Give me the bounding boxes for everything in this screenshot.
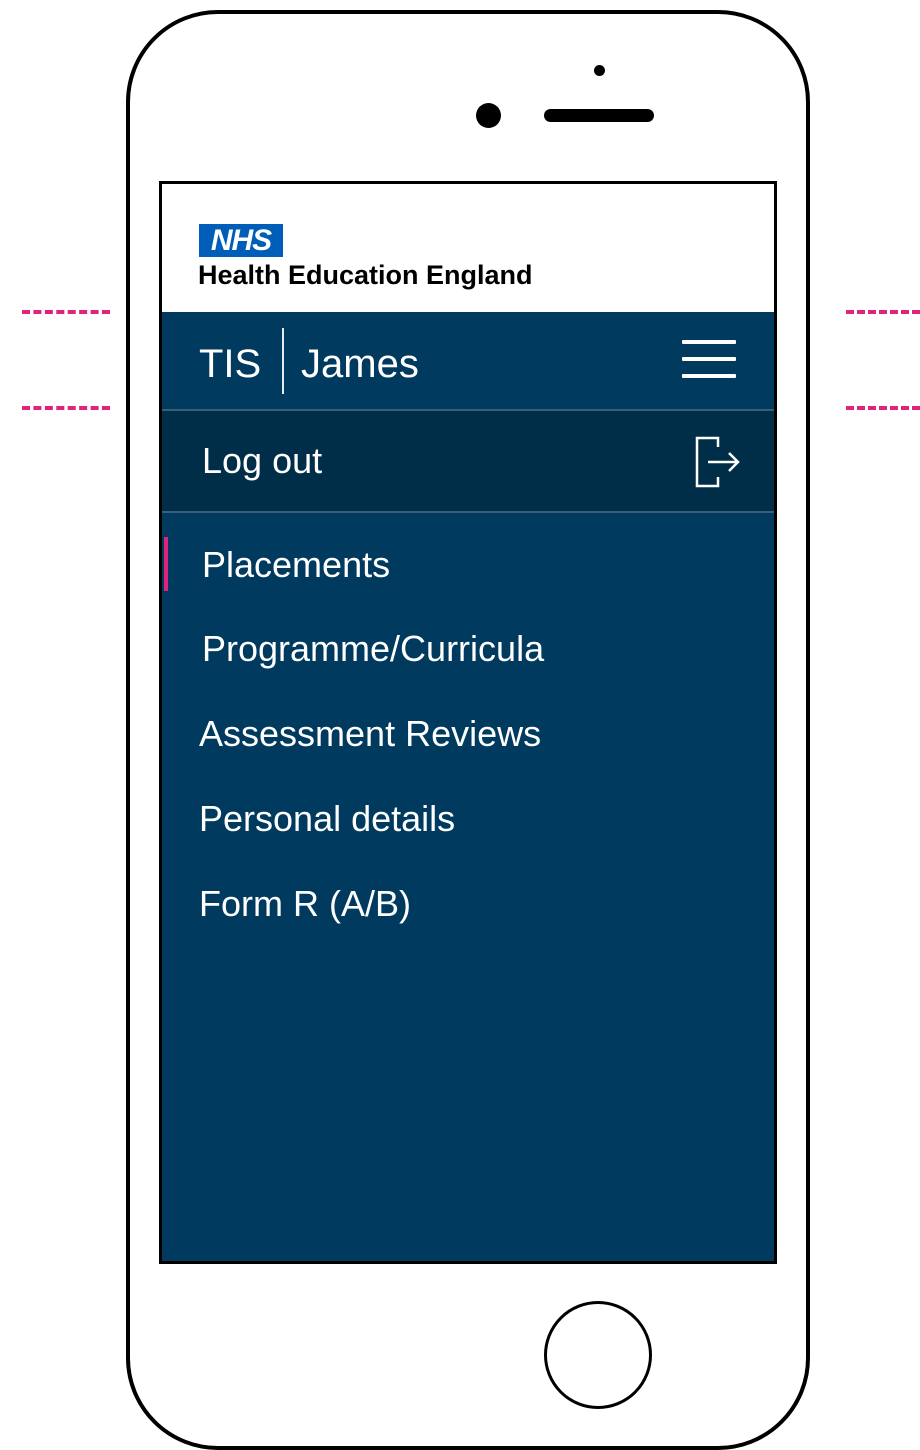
guide-line-top-left <box>22 310 110 314</box>
hamburger-menu-icon[interactable] <box>682 340 736 380</box>
menu-item-personal-details[interactable]: Personal details <box>162 789 774 849</box>
menu-item-label: Form R (A/B) <box>199 883 411 924</box>
home-button[interactable] <box>544 1301 652 1409</box>
logo-header: NHS Health Education England <box>162 184 774 312</box>
menu-item-assessment-reviews[interactable]: Assessment Reviews <box>162 704 774 764</box>
menu-item-label: Programme/Curricula <box>202 628 545 669</box>
guide-line-bottom-right <box>846 406 920 410</box>
front-camera <box>476 103 501 128</box>
earpiece-speaker <box>544 109 654 122</box>
menu-item-label: Personal details <box>199 798 456 839</box>
organisation-name: Health Education England <box>198 260 533 290</box>
guide-line-bottom-left <box>22 406 110 410</box>
user-name: James <box>301 342 419 386</box>
menu-item-label: Assessment Reviews <box>199 713 542 754</box>
menu-item-programme-curricula[interactable]: Programme/Curricula <box>162 619 774 679</box>
guide-line-top-right <box>846 310 920 314</box>
proximity-sensor <box>594 65 605 76</box>
phone-screen: NHS Health Education England TIS James L… <box>159 181 777 1264</box>
app-title[interactable]: TIS <box>199 342 261 386</box>
logout-icon <box>695 436 740 488</box>
navbar-divider <box>282 328 284 394</box>
menu-item-label: Placements <box>202 544 391 585</box>
logout-button[interactable]: Log out <box>162 411 774 513</box>
menu-item-placements[interactable]: Placements <box>162 535 774 595</box>
menu-item-form-r[interactable]: Form R (A/B) <box>162 874 774 934</box>
nhs-logo: NHS <box>199 224 283 257</box>
top-navbar: TIS James <box>162 312 774 411</box>
logout-label: Log out <box>202 440 323 481</box>
